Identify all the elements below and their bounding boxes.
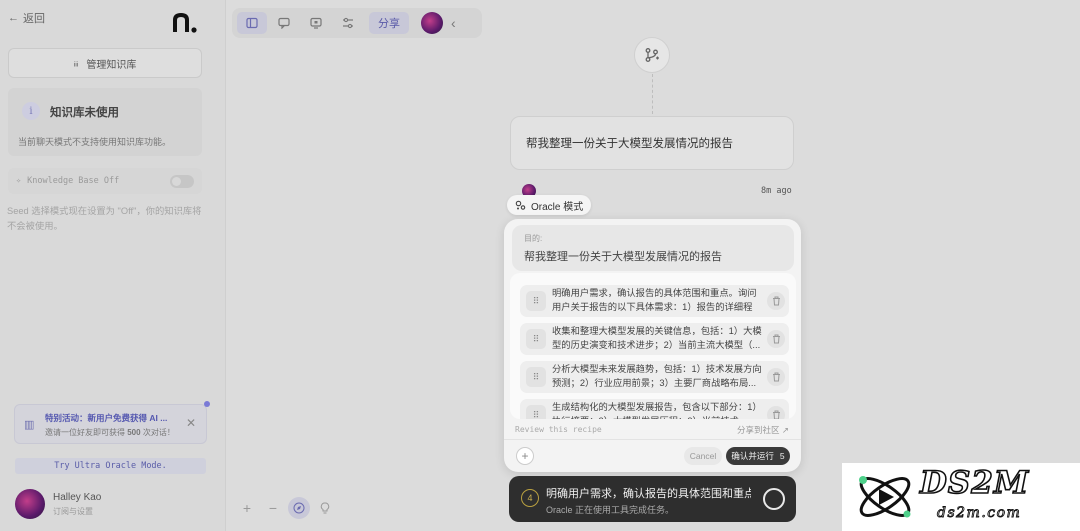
avatar [15, 489, 45, 519]
drag-handle-icon[interactable]: ⠿ [526, 367, 546, 387]
sparkle-icon: ✧ [16, 176, 22, 186]
promo-banner[interactable]: ▥ 特别活动：新用户免费获得 AI ... 邀请一位好友即可获得 500 次对话… [14, 404, 207, 444]
close-icon[interactable]: ✕ [186, 416, 196, 430]
review-label: Review this recipe [515, 425, 602, 434]
top-toolbar: 分享 ‹ [232, 8, 482, 38]
promo-title: 特别活动：新用户免费获得 AI ... [45, 413, 168, 423]
recipe-step[interactable]: ⠿ 生成结构化的大模型发展报告，包含以下部分：1）执行摘要；2）大模型发展历程；… [520, 399, 789, 419]
user-name: Halley Kao [53, 491, 102, 503]
back-link[interactable]: ← 返回 [8, 10, 45, 26]
drag-handle-icon[interactable]: ⠿ [526, 405, 546, 419]
compass-icon[interactable] [288, 497, 310, 519]
promo-subtitle-suffix: 次对话！ [140, 428, 175, 437]
zoom-out-button[interactable]: − [262, 497, 284, 519]
settings-view-button[interactable] [333, 12, 363, 34]
watermark-big-text: DS2M [919, 464, 1030, 502]
recipe-step[interactable]: ⠿ 明确用户需求，确认报告的具体范围和重点。询问用户关于报告的以下具体需求：1）… [520, 285, 789, 317]
arrow-left-icon: ← [8, 12, 19, 24]
kb-status-card: i 知识库未使用 当前聊天模式不支持使用知识库功能。 [8, 88, 202, 156]
manage-kb-label: 管理知识库 [86, 59, 137, 71]
loading-spinner-icon [763, 488, 785, 510]
share-community-link[interactable]: 分享到社区 ↗ [737, 424, 789, 436]
cancel-button[interactable]: Cancel [684, 447, 722, 465]
present-view-button[interactable] [301, 12, 331, 34]
chat-view-button[interactable] [269, 12, 299, 34]
status-title: 明确用户需求，确认报告的具体范围和重点。 [546, 488, 751, 500]
app-logo [173, 12, 197, 33]
toolbar-avatar[interactable] [421, 12, 443, 34]
trash-icon[interactable] [767, 406, 785, 419]
recipe-panel: 目的: 帮我整理一份关于大模型发展情况的报告 ⠿ 明确用户需求，确认报告的具体范… [504, 219, 801, 472]
sliders-icon [343, 17, 353, 29]
back-label: 返回 [23, 13, 45, 25]
git-branch-icon [645, 48, 659, 62]
oracle-mode-chip[interactable]: Oracle 模式 [507, 195, 592, 215]
kb-toggle-row: ✧ Knowledge Base Off [8, 168, 202, 194]
step-text: 分析大模型未来发展趋势，包括：1）技术发展方向预测；2）行业应用前景；3）主要厂… [552, 364, 762, 388]
goal-box: 目的: 帮我整理一份关于大模型发展情况的报告 [512, 225, 794, 271]
confirm-run-button[interactable]: 确认并运行 5 [726, 447, 790, 465]
goal-text: 帮我整理一份关于大模型发展情况的报告 [524, 251, 722, 263]
sidebar-icon [246, 17, 258, 29]
sidebar-toggle-button[interactable] [237, 12, 267, 34]
user-message[interactable]: 帮我整理一份关于大模型发展情况的报告 [510, 116, 794, 170]
step-text: 明确用户需求，确认报告的具体范围和重点。询问用户关于报告的以下具体需求：1）报告… [552, 288, 757, 312]
present-icon [310, 17, 322, 29]
trash-icon[interactable] [767, 292, 785, 310]
share-community-label: 分享到社区 [736, 425, 780, 435]
chevron-left-icon[interactable]: ‹ [451, 15, 456, 31]
step-number-badge: 4 [521, 489, 539, 507]
recipe-step[interactable]: ⠿ 分析大模型未来发展趋势，包括：1）技术发展方向预测；2）行业应用前景；3）主… [520, 361, 789, 393]
drag-handle-icon[interactable]: ⠿ [526, 291, 546, 311]
share-button[interactable]: 分享 [369, 12, 409, 34]
gift-icon: ▥ [24, 419, 35, 431]
trash-icon[interactable] [767, 330, 785, 348]
trash-icon[interactable] [767, 368, 785, 386]
goal-label: 目的: [524, 234, 543, 243]
message-time: 8m ago [761, 186, 792, 196]
user-subtitle: 订阅与设置 [53, 506, 93, 516]
kb-toggle-switch[interactable] [170, 175, 194, 188]
user-profile[interactable]: Halley Kao 订阅与设置 [15, 489, 101, 519]
promo-subtitle: 邀请一位好友即可获得 500 次对话！ [45, 427, 175, 438]
zoom-in-button[interactable]: + [236, 497, 258, 519]
branch-node[interactable] [634, 37, 670, 73]
lightbulb-icon[interactable] [314, 497, 336, 519]
notification-dot [204, 401, 210, 407]
sidebar: ← 返回 ᵢᵢᵢ 管理知识库 i 知识库未使用 当前聊天模式不支持使用知识库功能… [0, 0, 226, 531]
kb-toggle-label: Knowledge Base Off [27, 176, 120, 186]
watermark-small-text: ds2m.com [937, 505, 1022, 522]
divider [504, 439, 801, 440]
recipe-steps: ⠿ 明确用户需求，确认报告的具体范围和重点。询问用户关于报告的以下具体需求：1）… [510, 273, 796, 419]
drag-handle-icon[interactable]: ⠿ [526, 329, 546, 349]
kb-status-title: 知识库未使用 [50, 107, 119, 119]
oracle-chip-label: Oracle 模式 [531, 201, 584, 213]
watermark: DS2M ds2m.com [842, 463, 1080, 531]
chat-icon [278, 17, 290, 29]
oracle-icon [515, 200, 526, 210]
atom-logo-icon [859, 476, 911, 518]
info-icon: i [22, 102, 40, 120]
step-text: 生成结构化的大模型发展报告，包含以下部分：1）执行摘要；2）大模型发展历程；3）… [552, 402, 762, 419]
status-subtitle: Oracle 正在使用工具完成任务。 [546, 505, 675, 515]
task-status-card: 4 明确用户需求，确认报告的具体范围和重点。 Oracle 正在使用工具完成任务… [509, 476, 796, 522]
step-text: 收集和整理大模型发展的关键信息，包括：1）大模型的历史演变和技术进步；2）当前主… [552, 326, 762, 350]
external-link-icon: ↗ [781, 425, 789, 435]
library-icon: ᵢᵢᵢ [73, 57, 79, 69]
manage-kb-button[interactable]: ᵢᵢᵢ 管理知识库 [8, 48, 202, 78]
run-count: 5 [779, 451, 785, 461]
add-step-button[interactable]: + [516, 447, 534, 465]
connector-line [652, 74, 653, 114]
kb-status-description: 当前聊天模式不支持使用知识库功能。 [18, 137, 172, 147]
run-label: 确认并运行 [731, 451, 774, 461]
seed-note: Seed 选择模式现在设置为 "Off"，你的知识库将不会被使用。 [7, 206, 202, 231]
promo-subtitle-prefix: 邀请一位好友即可获得 [45, 428, 128, 437]
recipe-step[interactable]: ⠿ 收集和整理大模型发展的关键信息，包括：1）大模型的历史演变和技术进步；2）当… [520, 323, 789, 355]
try-ultra-button[interactable]: Try Ultra Oracle Mode. [15, 458, 206, 474]
promo-subtitle-count: 500 [127, 428, 141, 437]
canvas-controls: + − [236, 494, 336, 522]
